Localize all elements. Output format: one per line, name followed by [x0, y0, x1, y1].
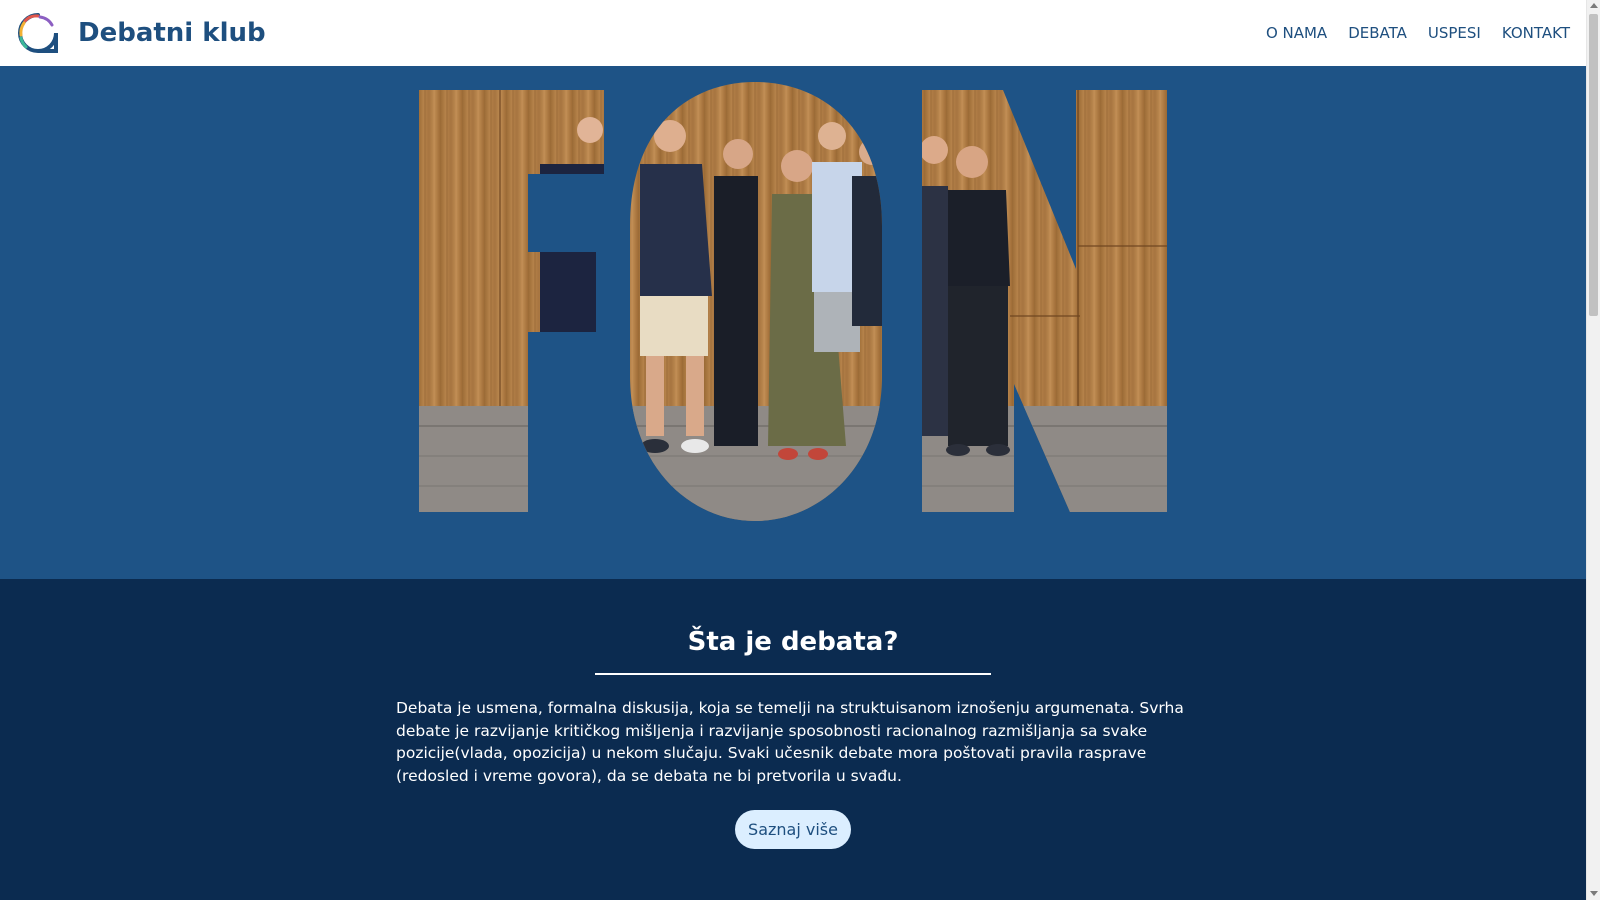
section-description: Debata je usmena, formalna diskusija, ko… [396, 699, 1184, 785]
title-divider [595, 673, 991, 675]
main-nav: O NAMA DEBATA USPESI KONTAKT [1245, 24, 1570, 42]
page-scrollbar[interactable] [1586, 0, 1600, 900]
debate-club-logo-icon [18, 13, 58, 53]
scroll-down-arrow-icon[interactable] [1590, 891, 1598, 896]
site-header: Debatni klub O NAMA DEBATA USPESI KONTAK… [0, 0, 1586, 66]
about-debate-section: Šta je debata? Debata je usmena, formaln… [0, 579, 1586, 900]
scroll-up-arrow-icon[interactable] [1590, 3, 1598, 8]
hero-section [0, 66, 1586, 579]
page: Debatni klub O NAMA DEBATA USPESI KONTAK… [0, 0, 1586, 900]
brand-name: Debatni klub [78, 18, 266, 48]
nav-item-kontakt[interactable]: KONTAKT [1502, 24, 1570, 42]
fon-group-photo [0, 66, 1586, 579]
nav-item-uspesi[interactable]: USPESI [1428, 24, 1481, 42]
section-title: Šta je debata? [687, 627, 899, 657]
nav-item-o-nama[interactable]: O NAMA [1266, 24, 1327, 42]
learn-more-button[interactable]: Saznaj više [735, 810, 851, 849]
brand[interactable]: Debatni klub [16, 11, 266, 55]
nav-item-debata[interactable]: DEBATA [1348, 24, 1407, 42]
scrollbar-thumb[interactable] [1589, 14, 1598, 316]
